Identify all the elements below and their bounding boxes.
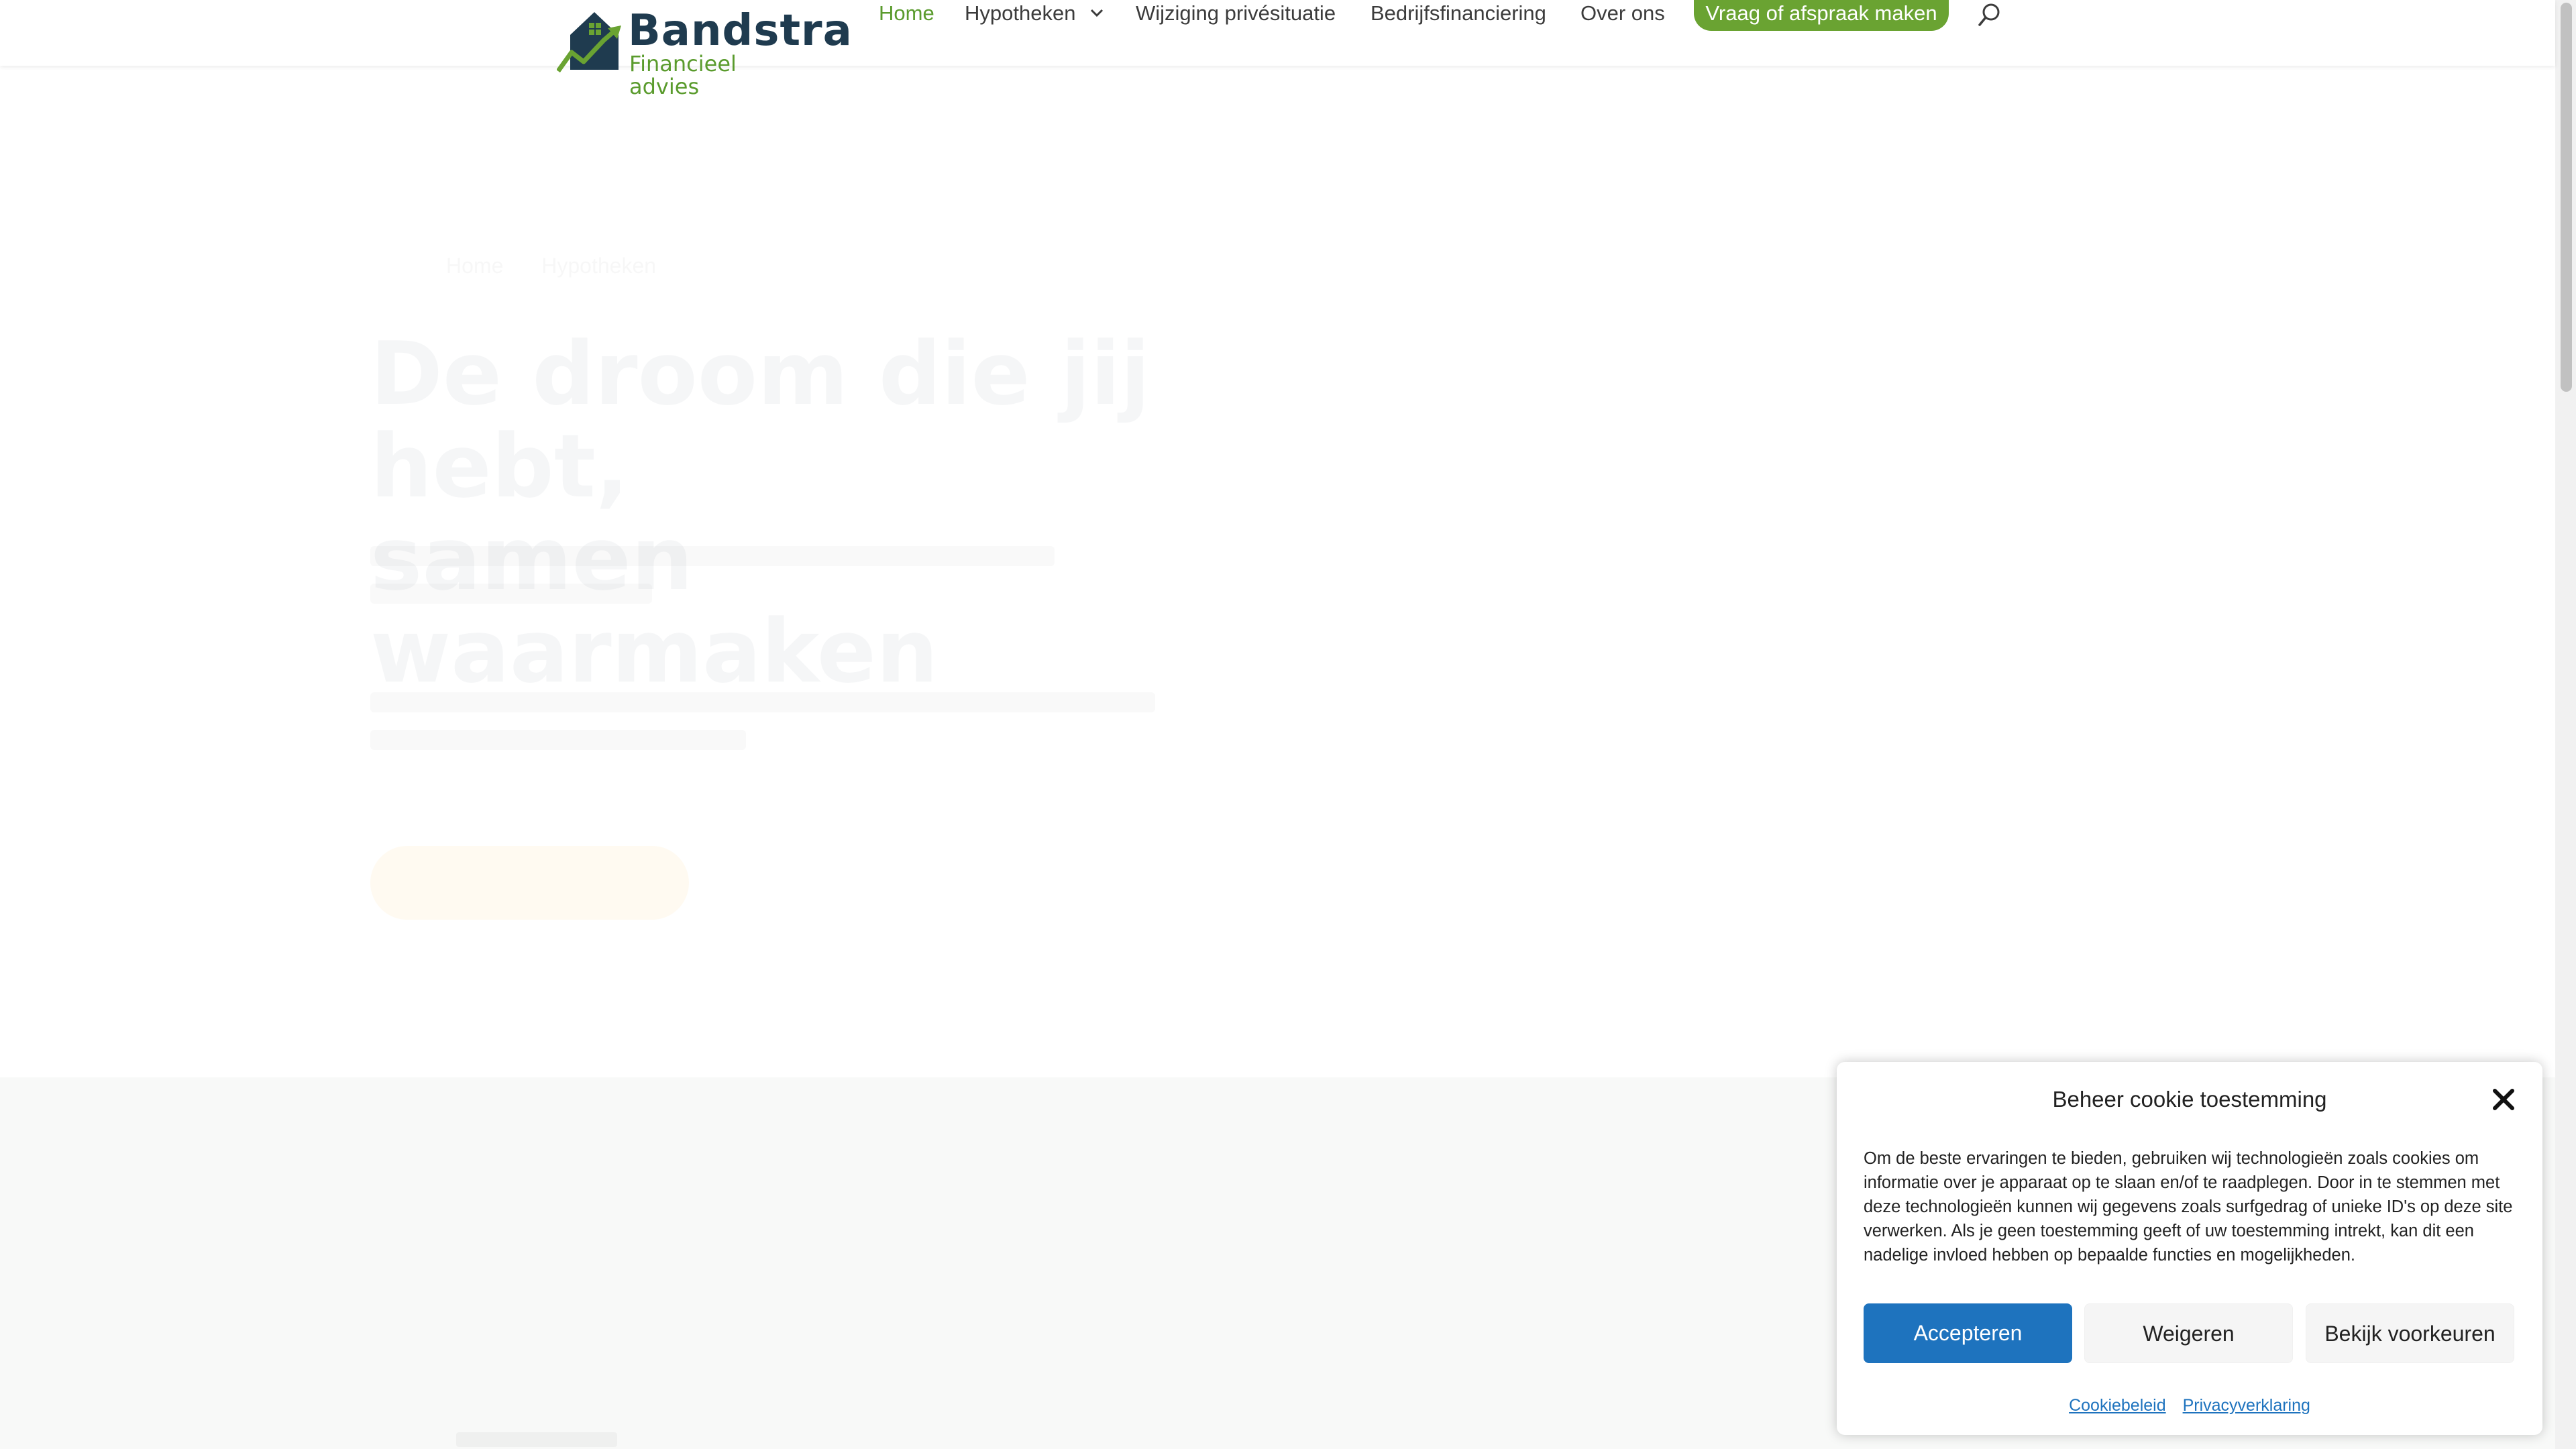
hero-title: De droom die jij hebt, samen waarmaken <box>370 327 1242 698</box>
scrollbar[interactable] <box>2555 0 2576 1449</box>
site-header: Bandstra Financieel advies Home Hypothek… <box>0 0 2555 98</box>
hero-intro-line <box>370 584 652 604</box>
hero-title-line: De droom die jij hebt, <box>370 327 1242 513</box>
nav-item-over-ons[interactable]: Over ons <box>1580 0 1665 27</box>
nav-item-hypotheken[interactable]: Hypotheken <box>965 0 1104 27</box>
cookie-policy-link[interactable]: Cookiebeleid <box>2069 1396 2166 1415</box>
hero-cta-button[interactable] <box>370 846 689 920</box>
cookie-title: Beheer cookie toestemming <box>2052 1087 2327 1112</box>
nav-item-label: Wijziging privésituatie <box>1136 1 1336 25</box>
nav-item-home[interactable]: Home <box>879 0 934 27</box>
hero-title-line: samen waarmaken <box>370 513 1242 698</box>
cookie-links: Cookiebeleid Privacyverklaring <box>1837 1396 2542 1415</box>
nav-item-label: Over ons <box>1580 1 1665 25</box>
close-icon[interactable] <box>2491 1087 2516 1112</box>
breadcrumb-item[interactable]: Home <box>446 254 503 278</box>
privacy-statement-link[interactable]: Privacyverklaring <box>2183 1396 2310 1415</box>
appointment-button[interactable]: Vraag of afspraak maken <box>1694 0 1949 31</box>
cookie-body-text: Om de beste ervaringen te bieden, gebrui… <box>1864 1149 2513 1265</box>
hero-intro-line <box>370 546 1055 566</box>
nav-item-bedrijfsfinanciering[interactable]: Bedrijfsfinanciering <box>1371 0 1546 27</box>
hero-text-line <box>370 730 746 750</box>
nav-item-label: Bedrijfsfinanciering <box>1371 1 1546 25</box>
logo[interactable]: Bandstra Financieel advies <box>557 5 852 98</box>
breadcrumb-item[interactable]: Hypotheken <box>541 254 656 278</box>
band-text-line <box>456 1432 617 1447</box>
brand-tagline: Financieel advies <box>629 51 737 99</box>
hero-text-line <box>370 692 1155 712</box>
nav-item-wijziging[interactable]: Wijziging privésituatie <box>1136 0 1336 27</box>
accept-button[interactable]: Accepteren <box>1864 1303 2072 1363</box>
nav-item-label: Hypotheken <box>965 1 1076 25</box>
chevron-down-icon <box>1089 0 1104 26</box>
search-icon[interactable] <box>1976 1 2003 28</box>
brand-name: Bandstra <box>628 6 853 56</box>
deny-button[interactable]: Weigeren <box>2084 1303 2293 1363</box>
hero-section: Home Hypotheken De droom die jij hebt, s… <box>0 66 2555 1077</box>
cookie-consent-dialog: Beheer cookie toestemming Om de beste er… <box>1837 1062 2542 1435</box>
breadcrumb: Home Hypotheken <box>446 254 688 278</box>
view-preferences-button[interactable]: Bekijk voorkeuren <box>2306 1303 2514 1363</box>
scrollbar-thumb[interactable] <box>2561 3 2572 392</box>
house-chart-icon <box>557 12 621 72</box>
nav-item-label: Home <box>879 1 934 25</box>
